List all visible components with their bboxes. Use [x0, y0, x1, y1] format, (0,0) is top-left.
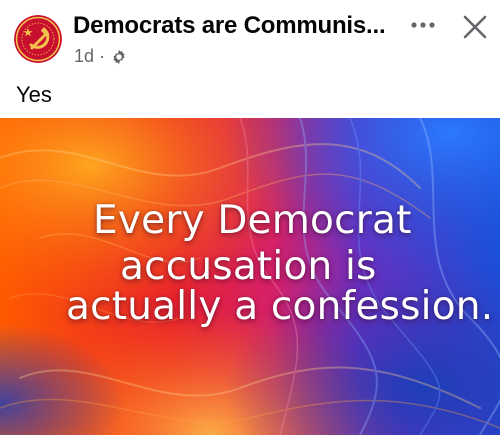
image-text-line-3: actually a confession.	[66, 284, 494, 329]
more-options-icon[interactable]	[410, 18, 436, 32]
post-header: Democrats are Communis... 1d ·	[0, 0, 500, 80]
image-text-overlay: Every Democrat accusation is actually a …	[0, 118, 500, 435]
hammer-and-sickle-logo	[14, 15, 62, 63]
page-name[interactable]: Democrats are Communis...	[73, 12, 386, 40]
post-time[interactable]: 1d	[74, 46, 94, 67]
image-text-line-2: accusation is	[120, 244, 377, 289]
page-avatar[interactable]	[14, 15, 62, 63]
gear-icon[interactable]	[110, 48, 128, 66]
post-text: Yes	[16, 82, 52, 107]
close-icon[interactable]	[462, 14, 488, 40]
post-image[interactable]: Every Democrat accusation is actually a …	[0, 118, 500, 435]
meta-separator: ·	[99, 46, 106, 66]
image-text-line-1: Every Democrat	[93, 198, 412, 243]
post-meta: 1d ·	[74, 46, 128, 67]
